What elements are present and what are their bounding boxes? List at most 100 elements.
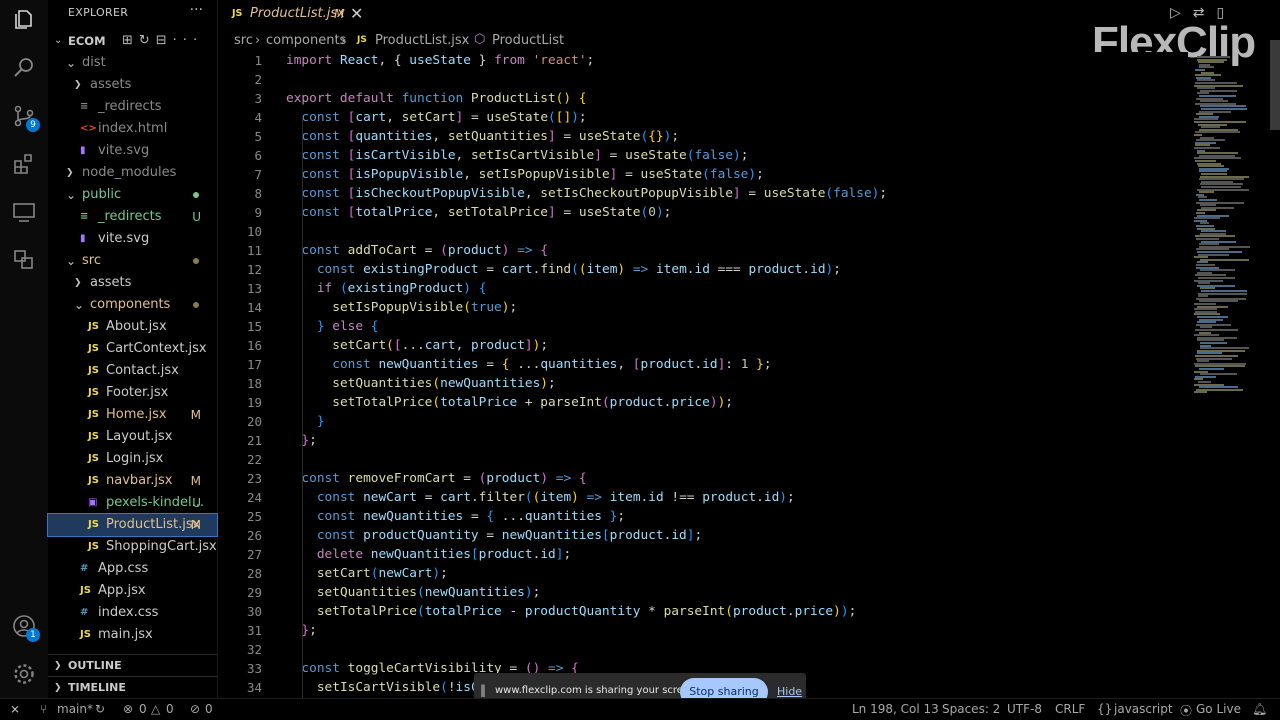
file-item[interactable]: JS About.jsx [48,316,217,338]
folder-item[interactable]: ⌄ src [48,250,217,272]
tree-item-label: index.css [98,605,159,620]
search-icon[interactable] [12,56,36,80]
file-item[interactable]: ▮ vite.svg [48,140,217,162]
breadcrumb-symbol[interactable]: ProductList [492,33,564,48]
code-line[interactable]: if (existingProduct) { [286,281,487,296]
code-line[interactable]: const [isCheckoutPopupVisible, setIsChec… [286,186,887,201]
file-item[interactable]: ≡ _redirects [48,96,217,118]
new-file-folder-refresh-collapse-icon[interactable]: ⊞↻⊟··· [122,30,203,52]
notifications-bell-icon[interactable]: 🔔︎ [1252,702,1267,716]
code-line[interactable]: setTotalPrice(totalPrice - productQuanti… [286,604,856,619]
tree-item-label: Login.jsx [106,451,164,466]
file-item[interactable]: JS CartContext.jsx [48,338,217,360]
file-item[interactable]: JS navbar.jsx M [48,470,217,492]
code-line[interactable]: const [isPopupVisible, setIsPopupVisible… [286,167,763,182]
folder-item[interactable]: ⌄ public [48,184,217,206]
code-line[interactable]: const existingProduct = cart.find((item)… [286,262,841,277]
file-item[interactable]: JS ProductList.jsx M [47,513,218,537]
branch-name[interactable]: main* [57,702,93,716]
git-status-dot [193,302,199,308]
file-item[interactable]: JS main.jsx [48,624,217,646]
status-bar: ⨯ ⑂ main* ↻ ⊗ 0 △ 0 ⊘ 0 Ln 198, Col 13 S… [0,698,1280,720]
code-line[interactable]: const [totalPrice, setTotalPrice] = useS… [286,205,671,220]
code-line[interactable]: delete newQuantities[product.id]; [286,547,571,562]
file-item[interactable]: # App.css [48,558,217,580]
warning-count[interactable]: 0 [166,702,174,716]
file-item[interactable]: JS ShoppingCart.jsx [48,536,217,558]
file-item[interactable]: # index.css [48,602,217,624]
file-item[interactable]: ≡ _redirects U [48,206,217,228]
code-line[interactable]: setQuantities(newQuantities); [286,376,556,391]
code-editor[interactable]: 1 import React, { useState } from 'react'… [218,52,1188,698]
breadcrumb-separator: › [255,33,261,48]
extensions-icon[interactable] [12,152,36,176]
cursor-position[interactable]: Ln 198, Col 13 [852,702,939,716]
folder-item[interactable]: ⌄ components [48,294,217,316]
file-item[interactable]: <> index.html [48,118,217,140]
code-line[interactable]: const [cart, setCart] = useState([]); [286,110,586,125]
folder-item[interactable]: ❯ assets [48,74,217,96]
settings-gear-icon[interactable] [12,662,36,686]
outline-panel-header[interactable]: ❯ OUTLINE [48,654,217,676]
code-line[interactable]: setCart(newCart); [286,566,448,581]
error-count[interactable]: 0 [139,702,147,716]
remote-icon[interactable]: ⨯ [10,702,20,716]
explorer-icon[interactable] [12,8,36,32]
file-item[interactable]: JS Home.jsx M [48,404,217,426]
breadcrumb-components[interactable]: components [266,33,346,48]
explorer-sidebar: EXPLORER ··· ⌄ ECOM ⊞↻⊟··· ⌄ dist ❯ assets ≡… [47,0,218,698]
file-item[interactable]: JS Layout.jsx [48,426,217,448]
code-line[interactable]: setIsCartVisible(!isC [286,680,479,695]
file-item[interactable]: JS App.jsx [48,580,217,602]
accounts-stack-icon[interactable] [12,248,36,272]
code-line[interactable]: setCart([...cart, product]); [286,338,548,353]
folder-item[interactable]: ❯ assets [48,272,217,294]
sync-icon[interactable]: ↻ [95,702,105,716]
language-mode[interactable]: javascript [1114,702,1173,716]
code-line[interactable]: const newQuantities = { ...quantities }; [286,509,625,524]
indentation[interactable]: Spaces: 2 [942,702,1000,716]
encoding[interactable]: UTF-8 [1007,702,1042,716]
code-line[interactable]: const newQuantities = { ...quantities, [… [286,357,771,372]
close-icon[interactable]: ✕ [350,4,363,23]
code-line[interactable]: setTotalPrice(totalPrice + parseInt(prod… [286,395,733,410]
code-line[interactable]: } else { [286,319,379,334]
file-item[interactable]: ▮ vite.svg [48,228,217,250]
timeline-panel-header[interactable]: ❯ TIMELINE [48,676,217,698]
code-line[interactable]: const newCart = cart.filter((item) => it… [286,490,795,505]
remote-explorer-icon[interactable] [12,200,36,224]
folder-item[interactable]: ⌄ dist [48,52,217,74]
go-live-button[interactable]: Go Live [1196,702,1241,716]
error-icon: ⊗ [123,702,134,716]
file-item[interactable]: JS Login.jsx [48,448,217,470]
hide-link[interactable]: Hide [777,685,802,698]
file-item[interactable]: JS Footer.jsx [48,382,217,404]
breadcrumb-separator: › [341,33,347,48]
code-line[interactable]: const removeFromCart = (product) => { [286,471,586,486]
code-line[interactable]: const addToCart = (product) => { [286,243,548,258]
code-line[interactable]: const [isCartVisible, setIsCartVisible] … [286,148,748,163]
file-item[interactable]: ▣ pexels-kindel... U [48,492,217,514]
code-line[interactable]: setQuantities(newQuantities); [286,585,541,600]
line-ending[interactable]: CRLF [1055,702,1085,716]
folder-item[interactable]: ❯ node_modules [48,162,217,184]
workspace-root[interactable]: ⌄ ECOM ⊞↻⊟··· [48,30,217,52]
vertical-scrollbar[interactable] [1270,40,1280,130]
file-type-icon: JS [88,343,99,354]
line-number: 23 [246,471,262,486]
ports-count[interactable]: 0 [205,702,213,716]
code-line[interactable]: import React, { useState } from 'react'; [286,53,594,68]
code-line[interactable]: export default function ProductList() { [286,91,587,106]
breadcrumb-file[interactable]: ProductList.jsx [375,33,469,48]
code-line[interactable]: const productQuantity = newQuantities[pr… [286,528,702,543]
tab-productlist[interactable]: JS ProductList.jsx M ✕ [218,0,370,28]
file-item[interactable]: JS Contact.jsx [48,360,217,382]
breadcrumb-src[interactable]: src [234,33,253,48]
code-line[interactable]: const [quantities, setQuantities] = useS… [286,129,679,144]
code-line[interactable]: } [286,414,325,429]
minimap[interactable] [1190,52,1270,452]
code-line[interactable]: setIsPopupVisible(true); [286,300,517,315]
file-type-icon: JS [88,365,99,376]
explorer-more-icon[interactable]: ··· [190,2,203,18]
indent-guide [302,117,303,698]
